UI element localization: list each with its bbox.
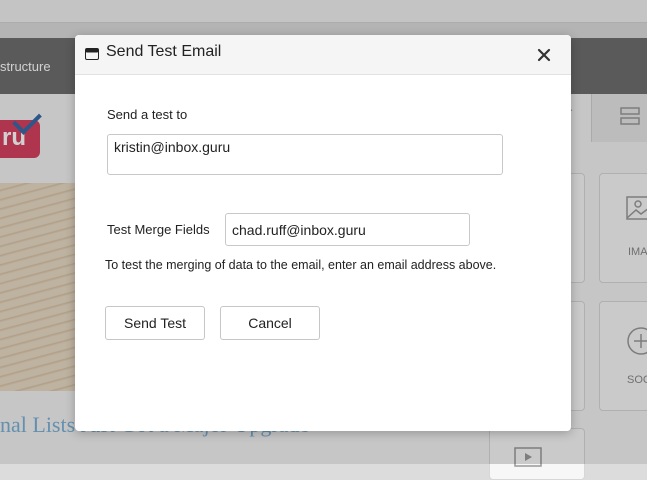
close-icon[interactable] (537, 48, 551, 62)
send-to-label: Send a test to (107, 107, 188, 122)
send-test-button[interactable]: Send Test (105, 306, 205, 340)
help-text: To test the merging of data to the email… (105, 258, 497, 272)
dialog-title: Send Test Email (106, 43, 222, 60)
send-to-input[interactable] (107, 134, 503, 175)
merge-fields-input[interactable] (225, 213, 470, 246)
send-test-email-dialog: Send Test Email Send a test to Test Merg… (75, 35, 571, 431)
merge-fields-label: Test Merge Fields (107, 222, 210, 237)
window-icon (85, 48, 99, 60)
dialog-header: Send Test Email (75, 35, 571, 75)
cancel-button[interactable]: Cancel (220, 306, 320, 340)
